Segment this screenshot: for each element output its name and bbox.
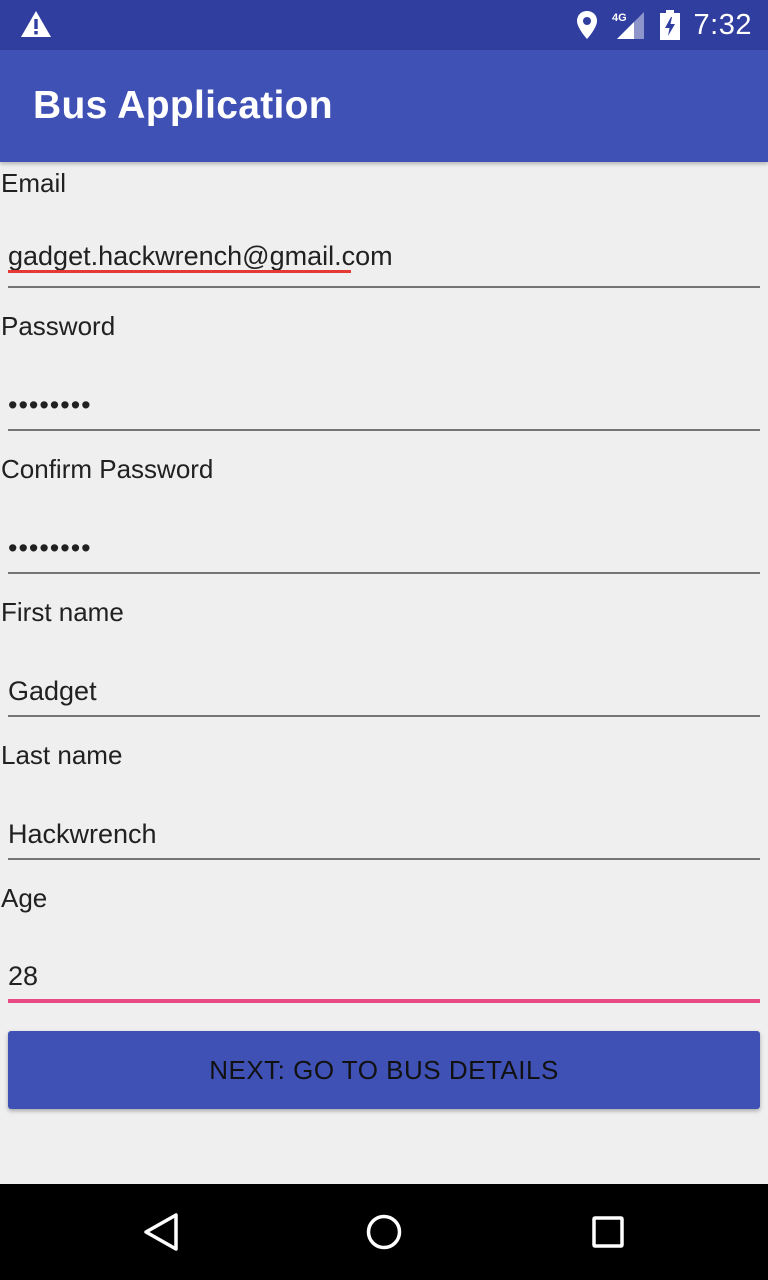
- next-button[interactable]: NEXT: GO TO BUS DETAILS: [8, 1031, 760, 1109]
- location-icon: [576, 10, 612, 40]
- warning-icon: [20, 10, 52, 43]
- password-field-group: Password: [0, 305, 768, 448]
- app-title: Bus Application: [33, 84, 333, 127]
- signup-form: Email gadget.hackwrench@gmail.com Passwo…: [0, 162, 768, 1020]
- navigation-bar: [0, 1184, 768, 1280]
- email-label: Email: [1, 168, 67, 198]
- status-bar: 4G 7:32: [0, 0, 768, 50]
- age-label: Age: [1, 883, 48, 913]
- age-field-group: Age: [0, 877, 768, 1020]
- first-name-label: First name: [1, 597, 124, 627]
- age-field[interactable]: [8, 941, 760, 1003]
- first-name-field[interactable]: [8, 655, 760, 717]
- app-bar: Bus Application: [0, 50, 768, 162]
- clock: 7:32: [693, 8, 752, 41]
- signal-icon: 4G: [612, 10, 660, 40]
- recents-icon[interactable]: [590, 1212, 626, 1257]
- spellcheck-underline: [8, 270, 351, 273]
- last-name-field[interactable]: [8, 798, 760, 860]
- email-value: gadget.hackwrench@gmail.com: [8, 241, 393, 271]
- last-name-label: Last name: [1, 740, 123, 770]
- home-icon[interactable]: [365, 1212, 403, 1257]
- first-name-field-group: First name: [0, 591, 768, 734]
- email-field-group: Email gadget.hackwrench@gmail.com: [0, 162, 768, 305]
- battery-charging-icon: [659, 10, 694, 40]
- password-label: Password: [1, 311, 116, 341]
- last-name-field-group: Last name: [0, 734, 768, 877]
- confirm-password-label: Confirm Password: [1, 454, 214, 484]
- confirm-password-field[interactable]: [8, 512, 760, 574]
- password-field[interactable]: [8, 369, 760, 431]
- confirm-password-field-group: Confirm Password: [0, 448, 768, 591]
- back-icon[interactable]: [142, 1212, 180, 1257]
- network-type-label: 4G: [612, 12, 627, 24]
